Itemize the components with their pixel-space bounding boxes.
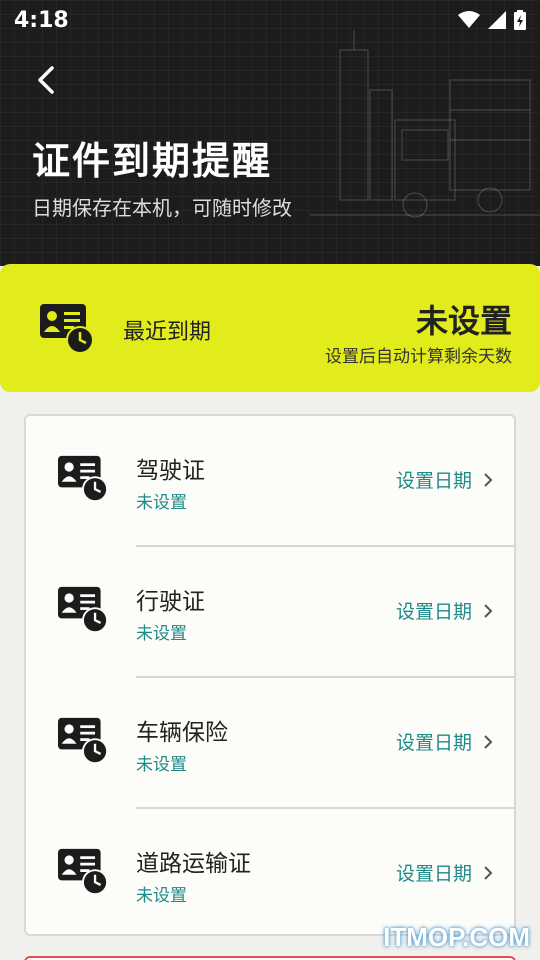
set-date-button[interactable]: 设置日期 — [396, 597, 472, 624]
chevron-right-icon — [484, 866, 493, 880]
item-status: 未设置 — [136, 886, 187, 906]
id-card-clock-icon — [58, 848, 108, 896]
id-card-clock-icon — [58, 586, 108, 634]
page-title: 证件到期提醒 — [32, 139, 273, 183]
header: 4:18 证件到期提醒 日期保存在本机，可随时修改 — [0, 0, 540, 266]
page-subtitle: 日期保存在本机，可随时修改 — [32, 196, 292, 220]
item-name: 行驶证 — [136, 589, 205, 615]
item-status: 未设置 — [136, 493, 187, 513]
status-time: 4:18 — [14, 7, 69, 33]
summary-hint: 设置后自动计算剩余天数 — [325, 347, 512, 367]
status-icons — [458, 10, 526, 30]
id-card-clock-icon — [58, 717, 108, 765]
list-item-vehicle-license[interactable]: 行驶证 未设置 设置日期 — [26, 547, 514, 677]
list-item-vehicle-insurance[interactable]: 车辆保险 未设置 设置日期 — [26, 678, 514, 808]
item-status: 未设置 — [136, 624, 187, 644]
nearest-expiry-card: 最近到期 未设置 设置后自动计算剩余天数 — [0, 264, 540, 392]
watermark: ITMOP.COM — [383, 922, 530, 952]
item-status: 未设置 — [136, 755, 187, 775]
item-name: 驾驶证 — [136, 458, 205, 484]
chevron-right-icon — [484, 473, 493, 487]
status-bar: 4:18 — [0, 0, 540, 40]
set-date-button[interactable]: 设置日期 — [396, 728, 472, 755]
documents-list: 驾驶证 未设置 设置日期 行驶证 未设置 设置日期 车辆保险 未设置 设置日期 … — [24, 414, 516, 936]
set-date-button[interactable]: 设置日期 — [396, 859, 472, 886]
back-button[interactable] — [28, 62, 64, 98]
next-card-edge — [24, 956, 516, 960]
item-name: 道路运输证 — [136, 851, 251, 877]
item-name: 车辆保险 — [136, 720, 228, 746]
battery-icon — [514, 10, 526, 30]
chevron-right-icon — [484, 735, 493, 749]
wifi-icon — [458, 11, 480, 28]
list-item-driving-license[interactable]: 驾驶证 未设置 设置日期 — [26, 416, 514, 546]
list-item-transport-permit[interactable]: 道路运输证 未设置 设置日期 — [26, 809, 514, 939]
back-arrow-icon — [38, 66, 54, 94]
summary-value: 未设置 — [415, 302, 512, 340]
signal-icon — [488, 11, 506, 29]
id-card-clock-icon — [58, 455, 108, 503]
summary-label: 最近到期 — [123, 320, 212, 345]
set-date-button[interactable]: 设置日期 — [396, 466, 472, 493]
truck-city-illustration — [310, 30, 540, 218]
id-card-clock-icon — [40, 304, 94, 354]
chevron-right-icon — [484, 604, 493, 618]
